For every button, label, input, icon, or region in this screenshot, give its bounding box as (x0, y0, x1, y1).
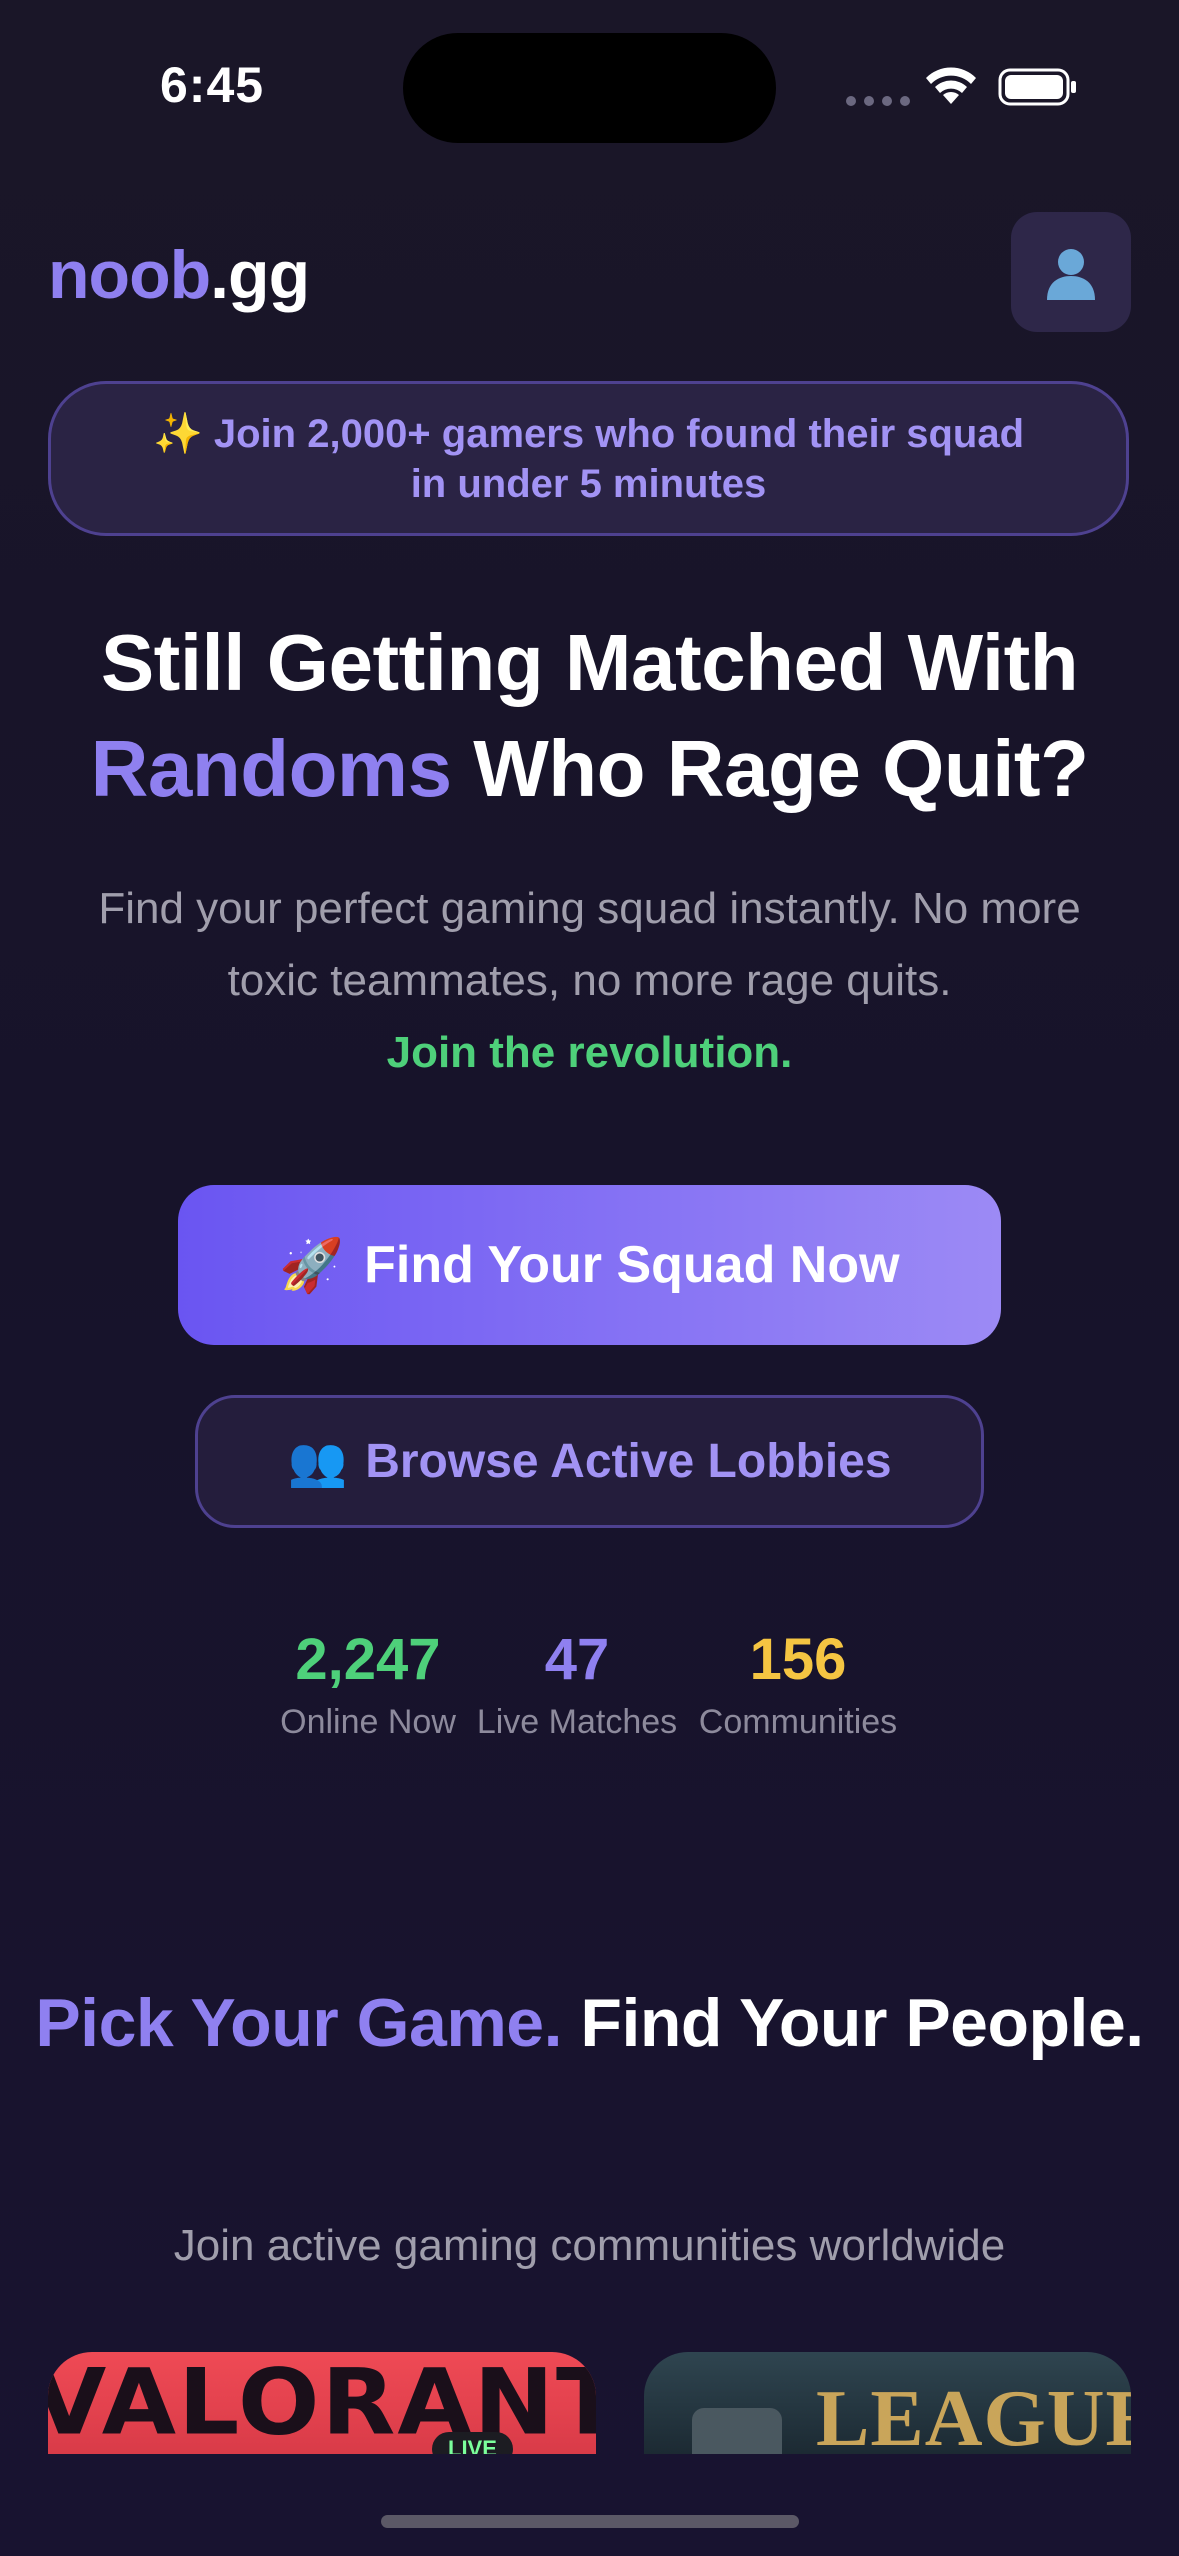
status-time: 6:45 (160, 57, 265, 113)
stat-label: Online Now (280, 1703, 456, 1741)
games-section-title: Pick Your Game. Find Your People. (0, 1968, 1179, 2078)
stat-value: 2,247 (295, 1627, 441, 1692)
game-card-league[interactable]: LEAGUE (644, 2352, 1131, 2454)
stat-communities: 156 Communities (686, 1625, 910, 1747)
user-icon (1047, 249, 1095, 300)
browse-lobbies-button[interactable]: 👥 Browse Active Lobbies (195, 1395, 984, 1528)
game-card-title: VALORANT (48, 2352, 596, 2454)
stat-value: 47 (544, 1627, 610, 1692)
banner-text: ✨ Join 2,000+ gamers who found their squ… (152, 411, 1025, 506)
browse-lobbies-label: Browse Active Lobbies (365, 1435, 892, 1488)
hero-title-accent: Randoms (90, 724, 453, 813)
cellular-signal-icon (846, 96, 910, 106)
rocket-icon: 🚀 (279, 1236, 345, 1295)
people-icon: 👥 (287, 1436, 348, 1489)
hero-subtitle-text: Find your perfect gaming squad instantly… (98, 884, 1081, 1005)
logo-rest: .gg (210, 237, 310, 313)
home-indicator[interactable] (381, 2515, 799, 2528)
battery-icon (998, 68, 1076, 106)
stat-value: 156 (749, 1627, 847, 1692)
stat-label: Communities (698, 1703, 898, 1741)
games-title-rest: Find Your People. (580, 1985, 1144, 2061)
stat-label: Live Matches (476, 1703, 678, 1741)
stat-live-matches: 47 Live Matches (468, 1625, 686, 1747)
profile-button[interactable] (1011, 212, 1131, 332)
game-card-chip (692, 2408, 782, 2454)
wifi-icon (926, 67, 976, 104)
hero-subtitle-highlight: Join the revolution. (386, 1028, 793, 1077)
game-card-title: LEAGUE (816, 2375, 1131, 2454)
promo-banner: ✨ Join 2,000+ gamers who found their squ… (48, 381, 1129, 536)
hero-title: Still Getting Matched With Randoms Who R… (0, 610, 1179, 822)
games-title-accent: Pick Your Game. (35, 1985, 562, 2061)
live-badge: LIVE (432, 2432, 513, 2454)
stats-row: 2,247 Online Now 47 Live Matches 156 Com… (0, 1625, 1179, 1765)
find-squad-label: Find Your Squad Now (364, 1236, 900, 1294)
app-logo[interactable]: noob.gg (48, 236, 310, 314)
hero-subtitle: Find your perfect gaming squad instantly… (80, 873, 1099, 1089)
stat-online: 2,247 Online Now (268, 1625, 468, 1747)
hero-title-line2: Who Rage Quit? (451, 724, 1089, 813)
logo-accent: noob (48, 237, 211, 313)
game-card-valorant[interactable]: VALORANT LIVE (48, 2352, 596, 2454)
games-section-subtitle: Join active gaming communities worldwide (173, 2221, 1006, 2270)
hero-title-line1: Still Getting Matched With (100, 618, 1079, 707)
dynamic-island (403, 33, 776, 143)
find-squad-button[interactable]: 🚀 Find Your Squad Now (178, 1185, 1001, 1345)
status-bar: 6:45 (0, 0, 1179, 170)
